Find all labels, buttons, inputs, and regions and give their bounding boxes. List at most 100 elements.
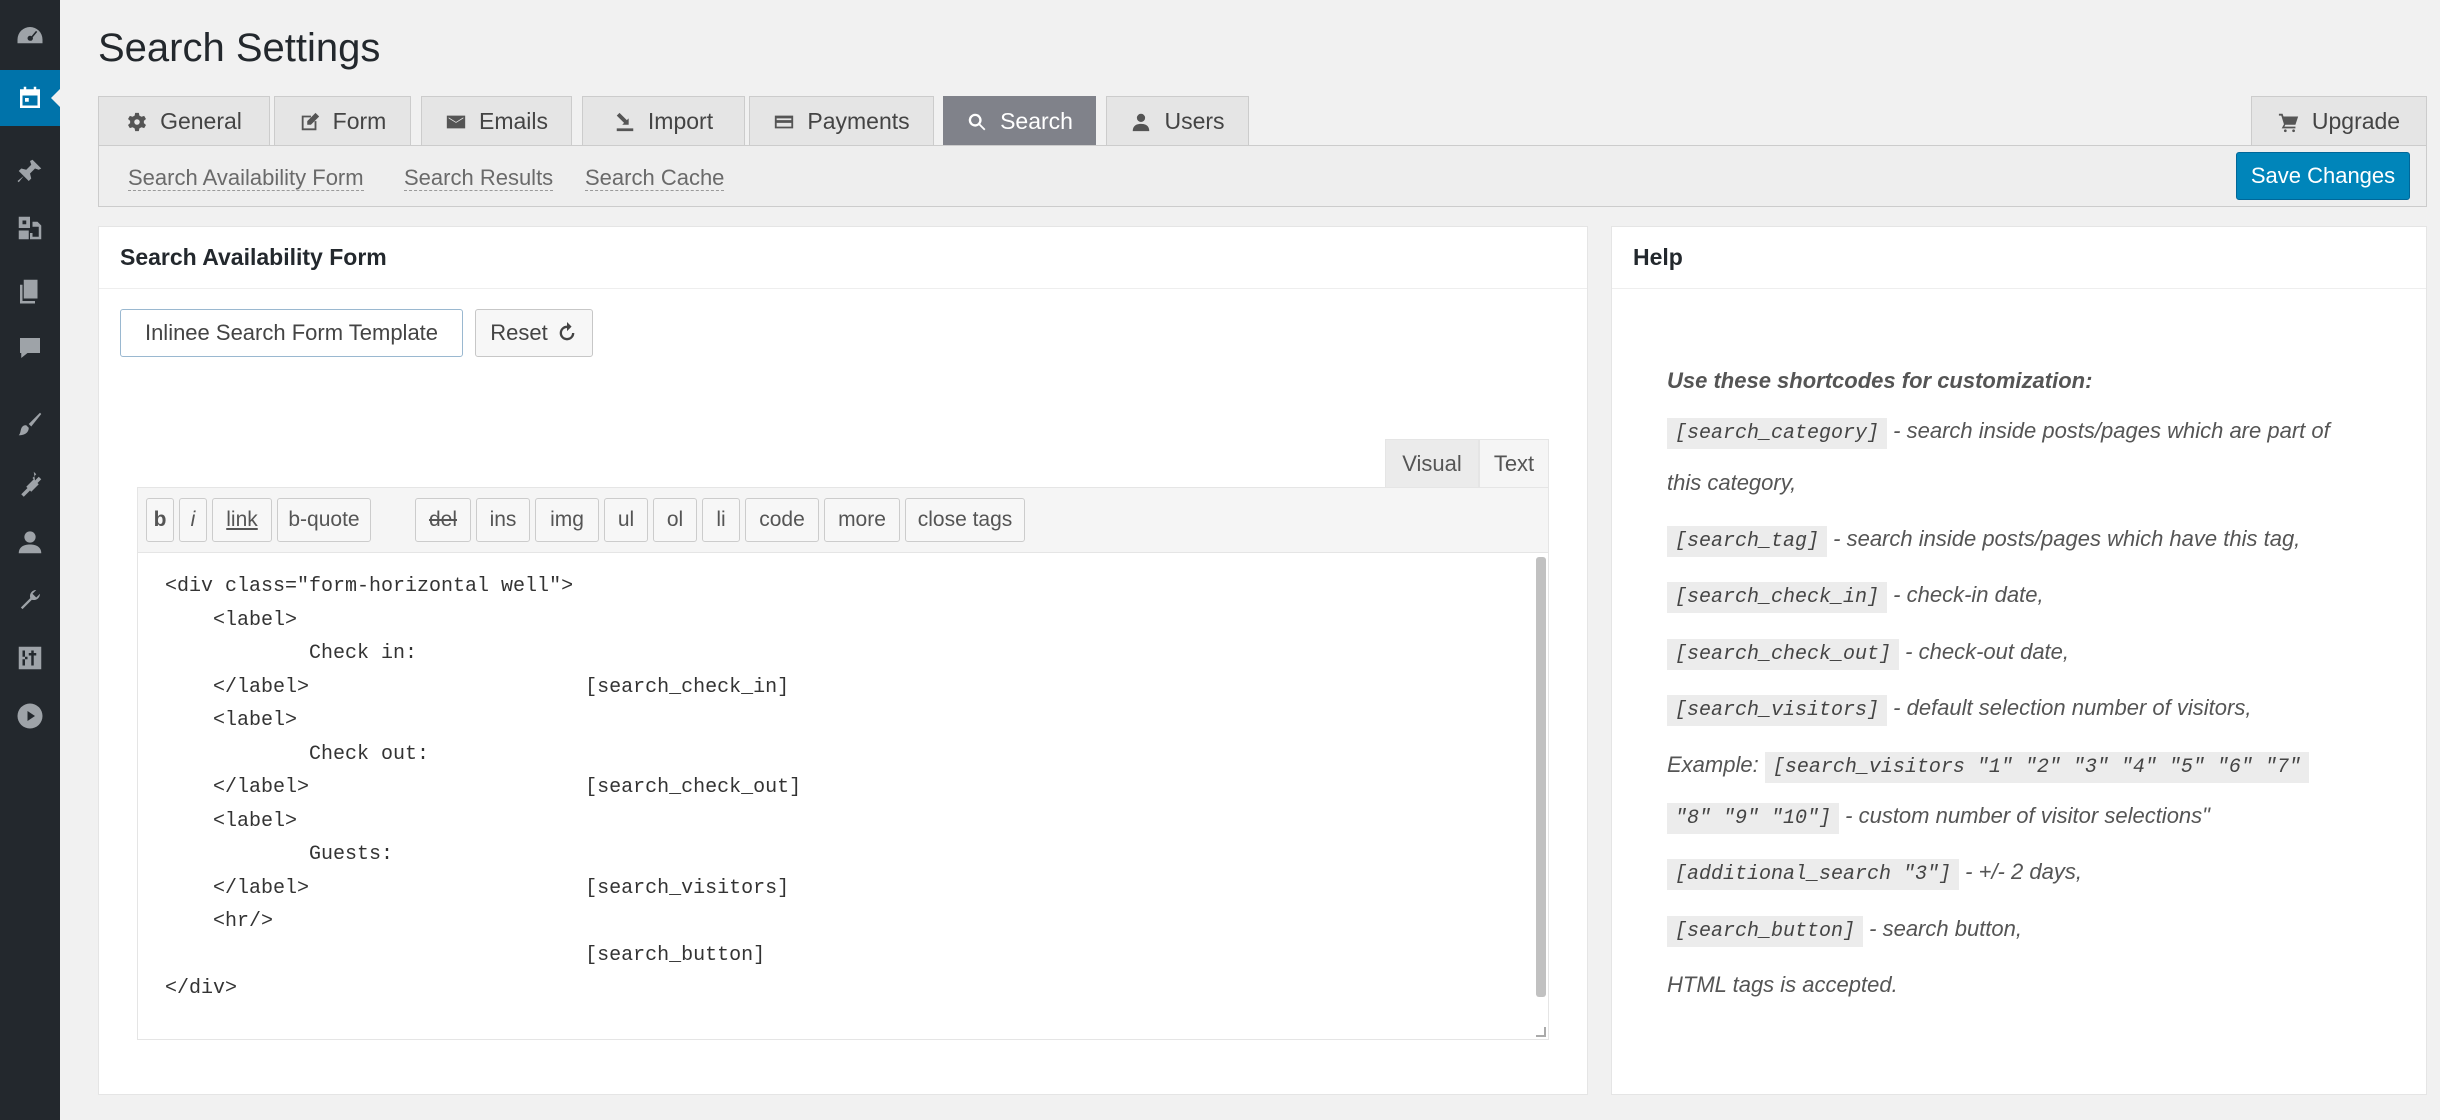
qt-code-button[interactable]: code	[745, 498, 819, 542]
help-example-cont: "8" "9" "10"] - custom number of visitor…	[1667, 803, 2210, 834]
help-desc: - default selection number of visitors,	[1887, 695, 2252, 720]
qt-ins-button[interactable]: ins	[476, 498, 530, 542]
comments-icon[interactable]	[0, 320, 60, 376]
qt-close-tags-button[interactable]: close tags	[905, 498, 1025, 542]
refresh-icon	[559, 322, 575, 341]
qt-del-button[interactable]: del	[415, 498, 471, 542]
user-icon	[1133, 113, 1150, 131]
reset-button[interactable]: Reset	[475, 309, 593, 357]
help-item-category: [search_category] - search inside posts/…	[1667, 418, 2330, 449]
appearance-icon[interactable]	[0, 396, 60, 452]
calendar-icon[interactable]	[0, 70, 60, 126]
qt-italic-button[interactable]: i	[179, 498, 207, 542]
help-title: Help	[1612, 227, 2426, 289]
media-icon[interactable]	[0, 200, 60, 256]
tab-label: Upgrade	[2311, 108, 2401, 134]
panel-title: Search Availability Form	[99, 227, 1587, 289]
shortcode: [search_visitors "1" "2" "3" "4" "5" "6"…	[1764, 752, 2309, 783]
help-item-visitors: [search_visitors] - default selection nu…	[1667, 695, 2252, 726]
editor-tab-text[interactable]: Text	[1479, 439, 1549, 487]
help-item-check-in: [search_check_in] - check-in date,	[1667, 582, 2044, 613]
help-item-additional: [additional_search "3"] - +/- 2 days,	[1667, 859, 2082, 890]
tab-form[interactable]: Form	[274, 96, 411, 146]
shortcode: [search_visitors]	[1667, 695, 1888, 726]
pages-icon[interactable]	[0, 263, 60, 319]
help-item-tag: [search_tag] - search inside posts/pages…	[1667, 526, 2301, 557]
resize-handle[interactable]	[1536, 1027, 1546, 1037]
tab-label: Users	[1164, 108, 1225, 134]
shortcode: [search_category]	[1667, 418, 1888, 449]
qt-ul-button[interactable]: ul	[604, 498, 648, 542]
template-code-textarea[interactable]: <div class="form-horizontal well"> <labe…	[137, 553, 1549, 1040]
shortcode: "8" "9" "10"]	[1667, 803, 1840, 834]
tab-label: Form	[332, 108, 387, 134]
play-icon[interactable]	[0, 688, 60, 744]
shortcode: [search_check_in]	[1667, 582, 1888, 613]
users-icon[interactable]	[0, 514, 60, 570]
help-html-note: HTML tags is accepted.	[1667, 972, 1898, 997]
textarea-scrollbar[interactable]	[1536, 557, 1546, 997]
tab-emails[interactable]: Emails	[421, 96, 572, 146]
credit-card-icon	[775, 115, 794, 128]
template-select-button[interactable]: Inlinee Search Form Template	[120, 309, 463, 357]
gear-icon	[128, 112, 147, 131]
settings-icon[interactable]	[0, 630, 60, 686]
help-item-category-cont: this category,	[1667, 470, 1797, 495]
qt-bold-button[interactable]: b	[146, 498, 174, 542]
template-code: <div class="form-horizontal well"> <labe…	[165, 575, 802, 1000]
quicktags-toolbar: b i link b-quote del ins img ul ol li co…	[137, 487, 1549, 553]
envelope-icon	[446, 115, 466, 128]
tab-upgrade[interactable]: Upgrade	[2251, 96, 2427, 146]
tab-general[interactable]: General	[98, 96, 270, 146]
pin-icon[interactable]	[0, 143, 60, 199]
shortcode: [additional_search "3"]	[1667, 859, 1960, 890]
save-changes-button[interactable]: Save Changes	[2236, 152, 2410, 200]
tab-search[interactable]: Search	[943, 96, 1096, 146]
tab-label: Import	[647, 108, 714, 134]
subnav-search-cache[interactable]: Search Cache	[585, 166, 725, 191]
help-desc: - +/- 2 days,	[1959, 859, 2082, 884]
help-desc: - custom number of visitor selections"	[1839, 803, 2210, 828]
tab-users[interactable]: Users	[1106, 96, 1249, 146]
editor-tab-visual[interactable]: Visual	[1385, 439, 1479, 487]
help-desc: - check-in date,	[1887, 582, 2044, 607]
tab-label: Search	[1000, 108, 1073, 134]
qt-li-button[interactable]: li	[702, 498, 740, 542]
help-desc: - search button,	[1863, 916, 2023, 941]
search-icon	[968, 113, 986, 130]
dashboard-icon[interactable]	[0, 9, 60, 65]
subnav-search-availability-form[interactable]: Search Availability Form	[128, 166, 364, 191]
help-desc: - search inside posts/pages which have t…	[1827, 526, 2301, 551]
tools-icon[interactable]	[0, 572, 60, 628]
example-label: Example:	[1667, 752, 1765, 777]
qt-img-button[interactable]: img	[535, 498, 599, 542]
qt-link-button[interactable]: link	[212, 498, 272, 542]
shortcode: [search_check_out]	[1667, 639, 1900, 670]
qt-more-button[interactable]: more	[824, 498, 900, 542]
tab-label: Payments	[807, 108, 910, 134]
plugins-icon[interactable]	[0, 455, 60, 511]
help-example: Example: [search_visitors "1" "2" "3" "4…	[1667, 752, 2309, 783]
tab-import[interactable]: Import	[582, 96, 745, 146]
cart-icon	[2278, 113, 2299, 132]
help-panel: Help Use these shortcodes for customizat…	[1611, 226, 2427, 1095]
shortcode: [search_button]	[1667, 916, 1864, 947]
shortcode: [search_tag]	[1667, 526, 1828, 557]
page-title: Search Settings	[98, 26, 381, 70]
help-desc: - search inside posts/pages which are pa…	[1887, 418, 2330, 443]
edit-icon	[301, 112, 319, 130]
tab-payments[interactable]: Payments	[749, 96, 934, 146]
admin-sidebar	[0, 0, 60, 1120]
help-intro: Use these shortcodes for customization:	[1667, 368, 2093, 393]
import-icon	[616, 112, 634, 131]
tab-label: General	[160, 108, 242, 134]
qt-ol-button[interactable]: ol	[653, 498, 697, 542]
search-form-panel: Search Availability Form Inlinee Search …	[98, 226, 1588, 1095]
help-item-check-out: [search_check_out] - check-out date,	[1667, 639, 2070, 670]
subnav-search-results[interactable]: Search Results	[404, 166, 554, 191]
subnav-bar: Search Availability Form Search Results …	[98, 145, 2427, 207]
qt-bquote-button[interactable]: b-quote	[277, 498, 371, 542]
help-desc: - check-out date,	[1899, 639, 2070, 664]
reset-label: Reset	[490, 320, 548, 345]
help-item-button: [search_button] - search button,	[1667, 916, 2023, 947]
